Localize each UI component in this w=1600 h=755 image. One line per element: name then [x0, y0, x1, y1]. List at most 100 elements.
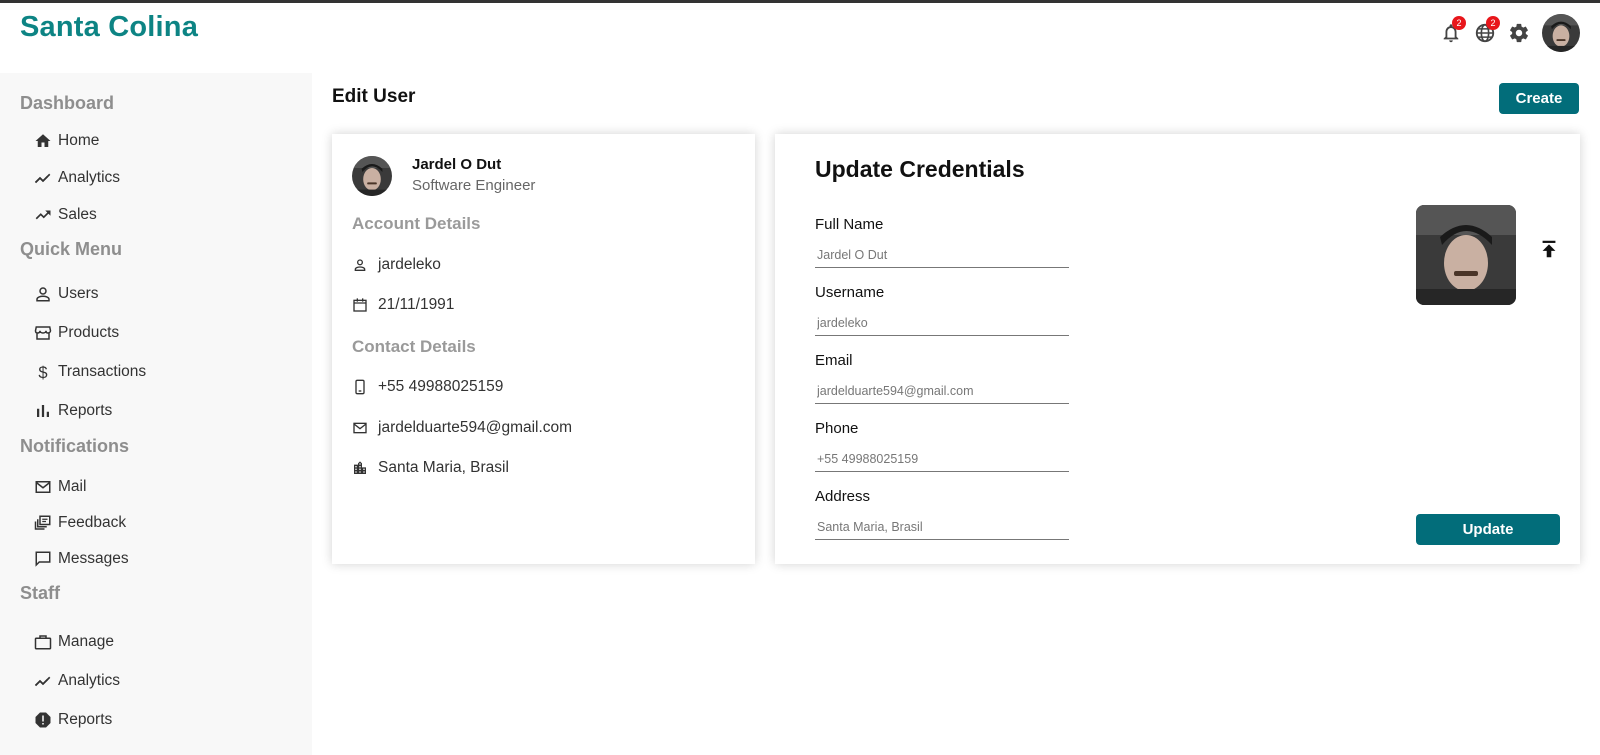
email-label: Email [815, 352, 853, 369]
user-avatar[interactable] [1542, 14, 1580, 52]
profile-username: jardeleko [378, 256, 441, 273]
sidebar-item-label: Mail [58, 478, 87, 495]
sidebar-item-mail[interactable]: Mail [0, 469, 312, 505]
language-button[interactable]: 2 [1474, 16, 1500, 44]
address-field: Address [815, 488, 1069, 540]
update-button[interactable]: Update [1416, 514, 1560, 545]
sidebar-section-notifications: Notifications [20, 436, 130, 456]
user-photo [1416, 205, 1516, 305]
sidebar-section-quick-menu: Quick Menu [20, 239, 123, 259]
chat-bubble-icon [34, 550, 52, 568]
app-logo[interactable]: Santa Colina [20, 11, 198, 44]
location-city-icon [354, 461, 366, 474]
briefcase-icon [34, 633, 52, 651]
profile-name: Jardel O Dut [412, 156, 502, 173]
sidebar-item-staff-analytics[interactable]: Analytics [0, 661, 312, 700]
sidebar-item-reports[interactable]: Reports [0, 391, 312, 430]
person-icon [354, 259, 366, 271]
phone-label: Phone [815, 420, 859, 437]
sidebar: Dashboard Home Analytics Sales Quick Men… [0, 73, 312, 755]
email-input[interactable] [815, 378, 1069, 404]
report-icon [34, 711, 52, 729]
profile-birthdate: 21/11/1991 [378, 296, 455, 313]
username-label: Username [815, 284, 885, 301]
sidebar-list-staff: Manage Analytics Reports [0, 622, 312, 739]
notifications-badge: 2 [1452, 16, 1466, 30]
address-label: Address [815, 488, 871, 505]
person-icon [34, 285, 52, 303]
sidebar-item-manage[interactable]: Manage [0, 622, 312, 661]
mail-icon [353, 422, 367, 434]
top-bar: Santa Colina 2 2 [0, 3, 1600, 73]
user-photo-image [1416, 205, 1516, 305]
profile-location: Santa Maria, Brasil [378, 459, 509, 476]
update-credentials-title: Update Credentials [815, 156, 1025, 182]
phone-input[interactable] [815, 446, 1069, 472]
username-input[interactable] [815, 310, 1069, 336]
profile-role: Software Engineer [412, 177, 536, 194]
profile-avatar [352, 156, 392, 196]
sidebar-item-label: Analytics [58, 671, 121, 689]
home-icon [34, 132, 52, 150]
sidebar-item-label: Sales [58, 205, 97, 223]
phone-field: Phone [815, 420, 1069, 472]
profile-phone: +55 49988025159 [378, 378, 504, 395]
sidebar-item-label: Manage [58, 632, 115, 650]
profile-location-row: Santa Maria, Brasil [352, 459, 509, 477]
sidebar-item-products[interactable]: Products [0, 313, 312, 352]
line-chart-icon [34, 169, 52, 187]
line-chart-icon [34, 672, 52, 690]
username-field: Username [815, 284, 1069, 336]
sidebar-list-quick-menu: Users Products Transactions Reports [0, 274, 312, 430]
settings-button[interactable] [1508, 22, 1530, 44]
sidebar-item-messages[interactable]: Messages [0, 541, 312, 577]
sidebar-section-dashboard: Dashboard [20, 93, 115, 113]
sidebar-item-label: Reports [58, 401, 113, 419]
trending-up-icon [34, 206, 52, 224]
sidebar-item-label: Products [58, 323, 120, 341]
sidebar-item-analytics[interactable]: Analytics [0, 159, 312, 196]
dollar-icon [34, 363, 52, 381]
dynamic-feed-icon [34, 514, 52, 532]
user-profile-card: Jardel O Dut Software Engineer Account D… [332, 134, 755, 564]
sidebar-item-label: Users [58, 284, 99, 302]
sidebar-item-staff-reports[interactable]: Reports [0, 700, 312, 739]
sidebar-item-users[interactable]: Users [0, 274, 312, 313]
sidebar-item-sales[interactable]: Sales [0, 196, 312, 233]
sidebar-item-label: Home [58, 131, 100, 149]
full-name-field: Full Name [815, 216, 1069, 268]
mail-icon [34, 478, 52, 496]
upload-icon[interactable] [1538, 238, 1560, 260]
full-name-input[interactable] [815, 242, 1069, 268]
full-name-label: Full Name [815, 216, 884, 233]
sidebar-item-transactions[interactable]: Transactions [0, 352, 312, 391]
top-icons: 2 2 [1428, 13, 1580, 53]
sidebar-section-staff: Staff [20, 583, 60, 603]
address-input[interactable] [815, 514, 1069, 540]
profile-birthdate-row: 21/11/1991 [352, 296, 454, 314]
sidebar-item-feedback[interactable]: Feedback [0, 505, 312, 541]
sidebar-item-home[interactable]: Home [0, 122, 312, 159]
contact-details-title: Contact Details [352, 337, 476, 356]
gear-icon [1510, 23, 1528, 43]
profile-photo [352, 156, 392, 196]
profile-email: jardelduarte594@gmail.com [378, 419, 573, 436]
sidebar-item-label: Feedback [58, 514, 127, 531]
storefront-icon [34, 324, 52, 342]
create-button[interactable]: Create [1499, 83, 1579, 114]
notifications-button[interactable]: 2 [1440, 16, 1466, 44]
calendar-icon [353, 298, 367, 312]
sidebar-list-notifications: Mail Feedback Messages [0, 469, 312, 577]
sidebar-item-label: Messages [58, 550, 129, 567]
update-credentials-card: Update Credentials Full Name Username Em… [775, 134, 1580, 564]
avatar-photo [1542, 14, 1580, 52]
sidebar-list-dashboard: Home Analytics Sales [0, 122, 312, 233]
sidebar-item-label: Analytics [58, 168, 121, 186]
sidebar-item-label: Transactions [58, 362, 147, 380]
profile-email-row: jardelduarte594@gmail.com [352, 419, 572, 437]
profile-phone-row: +55 49988025159 [352, 378, 503, 396]
sidebar-item-label: Reports [58, 710, 113, 728]
phone-icon [355, 379, 365, 395]
language-badge: 2 [1486, 16, 1500, 30]
profile-username-row: jardeleko [352, 256, 441, 274]
